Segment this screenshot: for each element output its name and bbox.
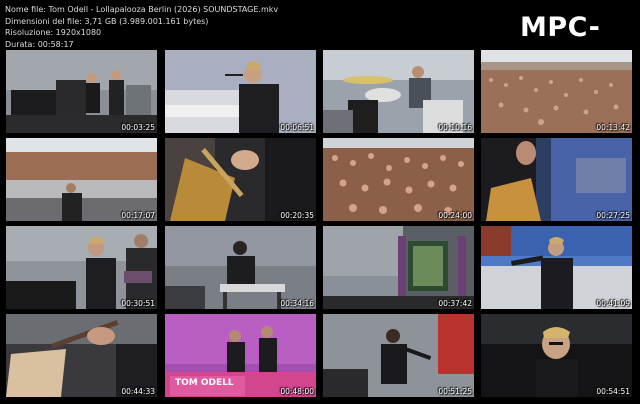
thumbnail-16: 00:54:51: [481, 314, 632, 397]
timestamp: 00:03:25: [121, 123, 155, 132]
file-info: Nome file: Tom Odell - Lollapalooza Berl…: [5, 4, 278, 50]
mpc-hc-logo: MPC-HC: [520, 12, 601, 79]
timestamp: 00:24:00: [438, 211, 472, 220]
thumbnail-9: 00:30:51: [6, 226, 157, 309]
stage-banner: TOM ODELL: [175, 378, 234, 388]
timestamp: 00:27:25: [596, 211, 630, 220]
timestamp: 00:51:25: [438, 387, 472, 396]
timestamp: 00:10:16: [438, 123, 472, 132]
file-size: Dimensioni del file: 3,71 GB (3.989.001.…: [5, 16, 209, 26]
thumbnail-10: 00:34:16: [165, 226, 316, 309]
scene-singer-closeup-dark: [481, 314, 632, 397]
timestamp: 00:41:09: [596, 299, 630, 308]
scene-crowd-dense: [323, 138, 474, 221]
thumbnail-8: 00:27:25: [481, 138, 632, 221]
scene-guitar-closeup: [165, 138, 316, 221]
timestamp: 00:13:42: [596, 123, 630, 132]
thumbnail-13: 00:44:33: [6, 314, 157, 397]
scene-smoke-stage-screen: [323, 226, 474, 309]
timestamp: 00:20:35: [280, 211, 314, 220]
file-resolution: Risoluzione: 1920x1080: [5, 28, 102, 38]
thumbnail-7: 00:24:00: [323, 138, 474, 221]
timestamp: 00:17:07: [121, 211, 155, 220]
thumbnail-4: 00:13:42: [481, 50, 632, 133]
timestamp: 00:48:00: [280, 387, 314, 396]
timestamp: 00:54:51: [596, 387, 630, 396]
thumbnail-11: 00:37:42: [323, 226, 474, 309]
thumbnail-1: 00:03:25: [6, 50, 157, 133]
thumbnail-3: 00:10:16: [323, 50, 474, 133]
timestamp: 00:37:42: [438, 299, 472, 308]
timestamp: 00:30:51: [121, 299, 155, 308]
file-duration: Durata: 00:58:17: [5, 39, 74, 49]
scene-crowd-wide: [481, 50, 632, 133]
thumbnail-12: 00:41:09: [481, 226, 632, 309]
thumbnail-6: 00:20:35: [165, 138, 316, 221]
scene-keyboard-player: [165, 226, 316, 309]
timestamp: 00:44:33: [121, 387, 155, 396]
thumbnail-2: 00:06:51: [165, 50, 316, 133]
thumbnail-grid: 00:03:25 00:06:51 00:10:16 00:13:42 00:1…: [6, 50, 634, 397]
scene-singer-with-mic-smoke: [323, 314, 474, 397]
thumbnail-14: 00:48:00 TOM ODELL: [165, 314, 316, 397]
scene-guitarist-blue-stage: [481, 138, 632, 221]
scene-singer-blue-backdrop: [481, 226, 632, 309]
thumbnail-15: 00:51:25: [323, 314, 474, 397]
scene-guitar-hands-closeup: [6, 314, 157, 397]
scene-drummer: [323, 50, 474, 133]
timestamp: 00:34:16: [280, 299, 314, 308]
scene-guitarist-and-singer: [6, 226, 157, 309]
thumbnail-5: 00:17:07: [6, 138, 157, 221]
scene-singer-at-piano: [165, 50, 316, 133]
scene-stage-piano-band: [6, 50, 157, 133]
file-name: Nome file: Tom Odell - Lollapalooza Berl…: [5, 5, 279, 14]
scene-crowd-barrier: [6, 138, 157, 221]
timestamp: 00:06:51: [280, 123, 314, 132]
